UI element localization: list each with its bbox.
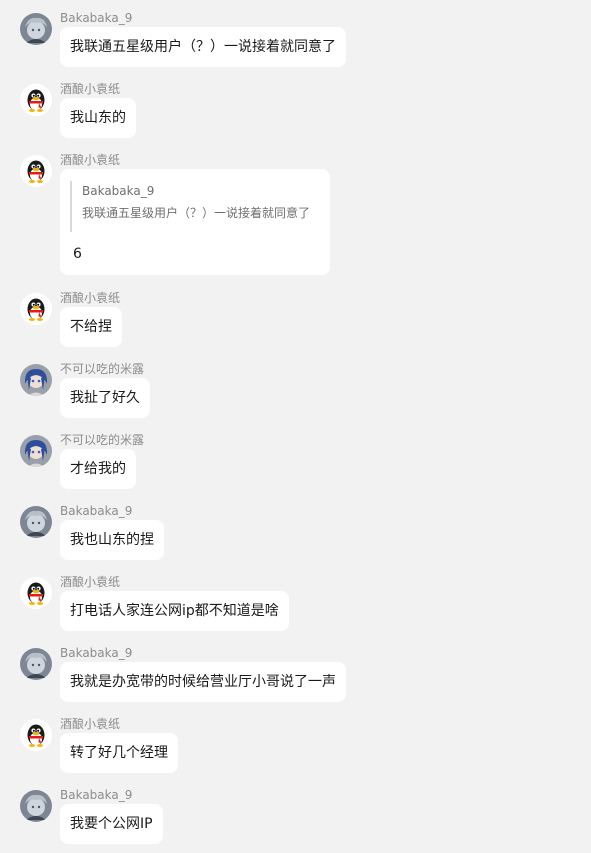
quoted-message[interactable]: Bakabaka_9 我联通五星级用户（？）一说接着就同意了 xyxy=(70,181,310,232)
anime-blue-hair-avatar[interactable] xyxy=(20,364,52,396)
anime-gray-avatar[interactable] xyxy=(20,13,52,45)
quoted-sender-name: Bakabaka_9 xyxy=(82,184,155,198)
qq-penguin-avatar[interactable] xyxy=(20,155,52,187)
reply-message-bubble[interactable]: Bakabaka_9 我联通五星级用户（？）一说接着就同意了 6 xyxy=(60,169,330,275)
quoted-text: 我联通五星级用户（？）一说接着就同意了 xyxy=(82,206,311,220)
reply-text: 6 xyxy=(73,246,82,262)
anime-gray-avatar[interactable] xyxy=(20,506,52,538)
sender-name: Bakabaka_9 xyxy=(60,788,133,802)
qq-penguin-avatar[interactable] xyxy=(20,293,52,325)
sender-name: Bakabaka_9 xyxy=(60,504,133,518)
sender-name: 酒酿小袁纸 xyxy=(60,291,121,305)
qq-penguin-avatar[interactable] xyxy=(20,719,52,751)
anime-blue-hair-avatar[interactable] xyxy=(20,435,52,467)
sender-name: 酒酿小袁纸 xyxy=(60,153,121,167)
sender-name: 不可以吃的米露 xyxy=(60,362,145,376)
message-bubble[interactable]: 我联通五星级用户（？）一说接着就同意了 xyxy=(60,27,346,67)
message-bubble[interactable]: 我山东的 xyxy=(60,98,136,138)
anime-gray-avatar[interactable] xyxy=(20,790,52,822)
sender-name: 酒酿小袁纸 xyxy=(60,575,121,589)
sender-name: 酒酿小袁纸 xyxy=(60,82,121,96)
message-bubble[interactable]: 不给捏 xyxy=(60,307,122,347)
sender-name: 酒酿小袁纸 xyxy=(60,717,121,731)
sender-name: Bakabaka_9 xyxy=(60,646,133,660)
qq-penguin-avatar[interactable] xyxy=(20,84,52,116)
anime-gray-avatar[interactable] xyxy=(20,648,52,680)
qq-penguin-avatar[interactable] xyxy=(20,577,52,609)
message-bubble[interactable]: 打电话人家连公网ip都不知道是啥 xyxy=(60,591,289,631)
sender-name: 不可以吃的米露 xyxy=(60,433,145,447)
chat-message-list[interactable]: Bakabaka_9 我联通五星级用户（？）一说接着就同意了 酒酿小袁纸 我山东… xyxy=(0,0,591,853)
message-bubble[interactable]: 我就是办宽带的时候给营业厅小哥说了一声 xyxy=(60,662,346,702)
message-bubble[interactable]: 转了好几个经理 xyxy=(60,733,178,773)
message-bubble[interactable]: 我也山东的捏 xyxy=(60,520,164,560)
sender-name: Bakabaka_9 xyxy=(60,11,133,25)
message-bubble[interactable]: 我要个公网IP xyxy=(60,804,163,844)
message-bubble[interactable]: 我扯了好久 xyxy=(60,378,150,418)
message-bubble[interactable]: 才给我的 xyxy=(60,449,136,489)
